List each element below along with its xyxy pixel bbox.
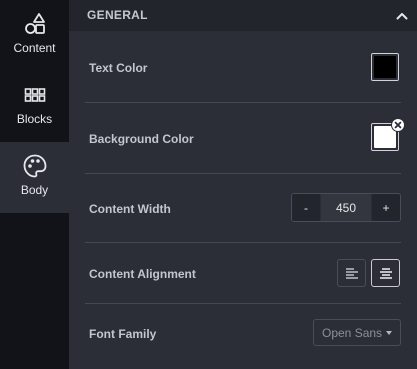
divider	[85, 303, 401, 304]
sidebar-item-blocks[interactable]: Blocks	[0, 71, 69, 142]
clear-color-icon[interactable]	[391, 118, 405, 132]
text-color-swatch[interactable]	[371, 53, 399, 81]
font-family-value: Open Sans	[322, 325, 383, 340]
sidebar-item-label: Content	[13, 41, 56, 55]
content-alignment-label: Content Alignment	[89, 267, 196, 281]
align-left-button[interactable]	[337, 259, 366, 287]
align-center-button[interactable]	[371, 259, 400, 287]
increment-button[interactable]: +	[372, 194, 400, 221]
text-color-label: Text Color	[89, 61, 148, 75]
grid-icon	[23, 83, 47, 107]
settings-panel: GENERAL Text Color Background Color Cont…	[69, 0, 417, 369]
chevron-up-icon[interactable]	[395, 9, 409, 23]
align-left-icon	[345, 268, 358, 279]
sidebar-item-content[interactable]: Content	[0, 0, 69, 71]
divider	[85, 242, 401, 243]
divider	[85, 173, 401, 174]
divider	[85, 102, 401, 103]
sidebar-item-label: Body	[20, 183, 49, 197]
content-width-stepper: - 450 +	[291, 193, 401, 222]
section-title: GENERAL	[87, 8, 148, 22]
text-color-preview	[374, 56, 396, 78]
font-family-label: Font Family	[89, 327, 157, 341]
editor-app: Content Blocks Body GENERAL Text Color B…	[0, 0, 417, 369]
content-width-value[interactable]: 450	[321, 194, 371, 221]
sidebar-item-label: Blocks	[16, 112, 53, 126]
background-color-label: Background Color	[89, 132, 194, 146]
sidebar-item-body[interactable]: Body	[0, 142, 69, 213]
caret-down-icon	[386, 331, 392, 335]
sidebar: Content Blocks Body	[0, 0, 69, 369]
decrement-button[interactable]: -	[292, 194, 320, 221]
shapes-icon	[22, 12, 48, 36]
font-family-select[interactable]: Open Sans	[313, 319, 401, 346]
section-header[interactable]: GENERAL	[69, 0, 417, 31]
palette-icon	[22, 154, 48, 178]
content-width-label: Content Width	[89, 202, 171, 216]
align-center-icon	[379, 268, 392, 279]
